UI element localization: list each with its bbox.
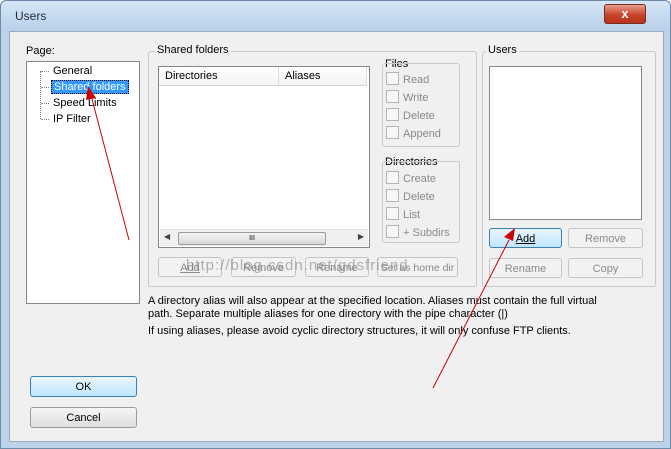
scroll-left-icon[interactable]: ◀ xyxy=(164,232,170,241)
alias-info-line3: If using aliases, please avoid cyclic di… xyxy=(148,325,571,337)
checkbox-box[interactable] xyxy=(386,225,399,238)
horizontal-scrollbar[interactable]: ◀ III ▶ xyxy=(160,229,368,246)
tree-branch xyxy=(41,119,49,120)
checkbox-box[interactable] xyxy=(386,72,399,85)
button-label: Add xyxy=(515,233,536,245)
tree-item-label: IP Filter xyxy=(53,113,91,125)
directories-list[interactable]: Directories Aliases ◀ III ▶ xyxy=(158,66,370,248)
close-button[interactable]: x xyxy=(604,4,646,24)
checkbox-label: Read xyxy=(403,74,430,86)
copy-user-button[interactable]: Copy xyxy=(568,258,643,278)
column-header-directories[interactable]: Directories xyxy=(159,67,279,86)
tree-item-label: Shared folders xyxy=(51,80,129,94)
users-dialog: Users x Page: General Shared folders Spe… xyxy=(0,0,671,449)
checkbox-read[interactable]: Read xyxy=(386,72,429,88)
checkbox-box[interactable] xyxy=(386,189,399,202)
checkbox-create[interactable]: Create xyxy=(386,171,436,187)
tree-item-label: Speed Limits xyxy=(53,97,117,109)
checkbox-write[interactable]: Write xyxy=(386,90,428,106)
checkbox-label: Delete xyxy=(403,110,435,122)
checkbox-append[interactable]: Append xyxy=(386,126,441,142)
tree-item-general[interactable]: General xyxy=(53,64,92,79)
tree-connector xyxy=(40,71,41,119)
button-label: Remove xyxy=(243,262,284,274)
button-label: Set as home dir xyxy=(380,262,455,274)
checkbox-subdirs[interactable]: + Subdirs xyxy=(386,225,450,241)
tree-branch xyxy=(41,87,49,88)
title-bar[interactable]: Users x xyxy=(1,1,670,31)
users-caption: Users xyxy=(486,44,519,56)
rename-user-button[interactable]: Rename xyxy=(489,258,562,278)
remove-folder-button[interactable]: Remove xyxy=(231,257,296,277)
button-label: Add xyxy=(180,262,200,274)
alias-info-line2: path. Separate multiple aliases for one … xyxy=(148,308,508,320)
tree-branch xyxy=(41,71,49,72)
checkbox-list[interactable]: List xyxy=(386,207,420,223)
checkbox-label: Append xyxy=(403,128,441,140)
column-header-aliases[interactable]: Aliases xyxy=(279,67,367,86)
checkbox-box[interactable] xyxy=(386,108,399,121)
scroll-right-icon[interactable]: ▶ xyxy=(358,232,364,241)
checkbox-box[interactable] xyxy=(386,207,399,220)
remove-user-button[interactable]: Remove xyxy=(568,228,643,248)
checkbox-box[interactable] xyxy=(386,126,399,139)
set-home-dir-button[interactable]: Set as home dir xyxy=(377,257,458,277)
window-title: Users xyxy=(15,9,47,23)
ok-button[interactable]: OK xyxy=(30,376,137,397)
shared-folders-caption: Shared folders xyxy=(155,44,231,56)
button-label: Remove xyxy=(585,233,626,245)
alias-info-line1: A directory alias will also appear at th… xyxy=(148,295,597,307)
tree-item-speed-limits[interactable]: Speed Limits xyxy=(53,96,117,111)
page-tree[interactable]: General Shared folders Speed Limits IP F… xyxy=(26,61,140,304)
checkbox-label: Delete xyxy=(403,191,435,203)
tree-item-shared-folders[interactable]: Shared folders xyxy=(51,80,129,95)
button-label: Copy xyxy=(592,263,619,275)
scroll-thumb[interactable]: III xyxy=(178,232,326,245)
add-folder-button[interactable]: Add xyxy=(158,257,222,277)
button-label: Rename xyxy=(504,263,547,275)
checkbox-box[interactable] xyxy=(386,90,399,103)
cancel-button[interactable]: Cancel xyxy=(30,407,137,428)
checkbox-box[interactable] xyxy=(386,171,399,184)
users-list[interactable] xyxy=(489,66,642,220)
page-label: Page: xyxy=(26,45,55,57)
add-user-button[interactable]: Add xyxy=(489,228,562,248)
button-label: Rename xyxy=(316,262,358,274)
checkbox-label: Create xyxy=(403,173,437,185)
checkbox-delete-files[interactable]: Delete xyxy=(386,108,435,124)
tree-item-ip-filter[interactable]: IP Filter xyxy=(53,112,91,127)
tree-branch xyxy=(41,103,49,104)
checkbox-delete-dirs[interactable]: Delete xyxy=(386,189,435,205)
rename-folder-button[interactable]: Rename xyxy=(305,257,369,277)
tree-item-label: General xyxy=(53,65,93,77)
checkbox-label: Write xyxy=(403,92,429,104)
dialog-client-area: Page: General Shared folders Speed Limit… xyxy=(9,31,664,442)
checkbox-label: List xyxy=(403,209,421,221)
checkbox-label: + Subdirs xyxy=(403,227,450,239)
